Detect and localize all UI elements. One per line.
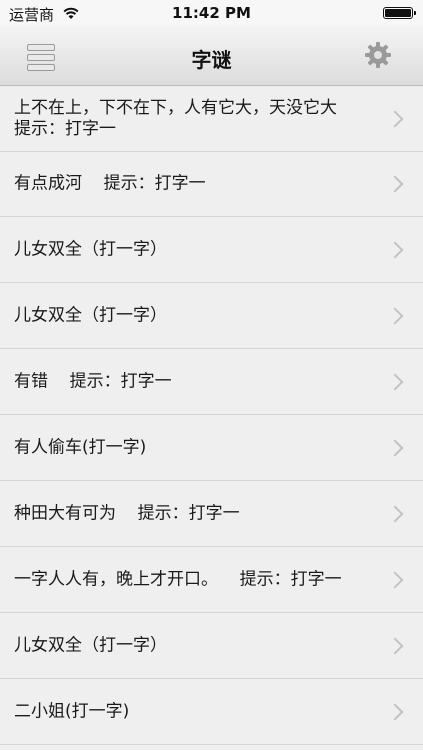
list-item[interactable]: 有错 提示：打字一 [0,349,423,415]
list-item[interactable]: 儿女双全（打一字） [0,283,423,349]
chevron-right-icon [386,505,404,522]
list-item-label: 上不在上，下不在下，人有它大，天没它大 提示：打字一 [14,97,337,139]
list-item-label: 二小姐(打一字) [14,701,130,721]
list-item[interactable]: 儿女双全（打一字） [0,217,423,283]
list-item[interactable]: 有点成河 提示：打字一 [0,152,423,217]
gear-icon[interactable] [363,40,393,70]
chevron-right-icon [386,175,404,193]
chevron-right-icon [386,307,404,324]
battery-icon [383,7,416,19]
list-item[interactable]: 一字人人有，晚上才开口。 提示：打字一 [0,547,423,613]
list-item[interactable]: 二小姐(打一字) [0,679,423,745]
list-item-label: 有错 提示：打字一 [14,371,172,391]
list-item[interactable]: 种田大有可为 提示：打字一 [0,481,423,547]
chevron-right-icon [386,439,404,456]
chevron-right-icon [386,703,404,720]
list-item-label: 儿女双全（打一字） [14,305,167,325]
list-item-label: 儿女双全（打一字） [14,635,167,655]
page-title: 字谜 [191,48,232,72]
list-item-label: 有点成河 提示：打字一 [14,173,206,194]
riddle-list: 上不在上，下不在下，人有它大，天没它大 提示：打字一 有点成河 提示：打字一 儿… [0,86,423,745]
list-item-label: 儿女双全（打一字） [14,239,167,259]
list-item-label: 有人偷车(打一字) [14,437,147,457]
chevron-right-icon [386,373,404,390]
list-item[interactable]: 上不在上，下不在下，人有它大，天没它大 提示：打字一 [0,86,423,152]
chevron-right-icon [386,571,404,588]
list-item-label: 一字人人有，晚上才开口。 提示：打字一 [14,569,342,589]
list-item[interactable]: 儿女双全（打一字） [0,613,423,679]
chevron-right-icon [386,637,404,654]
chevron-right-icon [386,110,404,127]
status-bar: 运营商 11:42 PM [0,0,423,26]
list-item[interactable]: 有人偷车(打一字) [0,415,423,481]
nav-bar: 字谜 [0,26,423,86]
list-item-label: 种田大有可为 提示：打字一 [14,503,240,523]
status-time: 11:42 PM [172,4,251,22]
chevron-right-icon [386,241,404,258]
